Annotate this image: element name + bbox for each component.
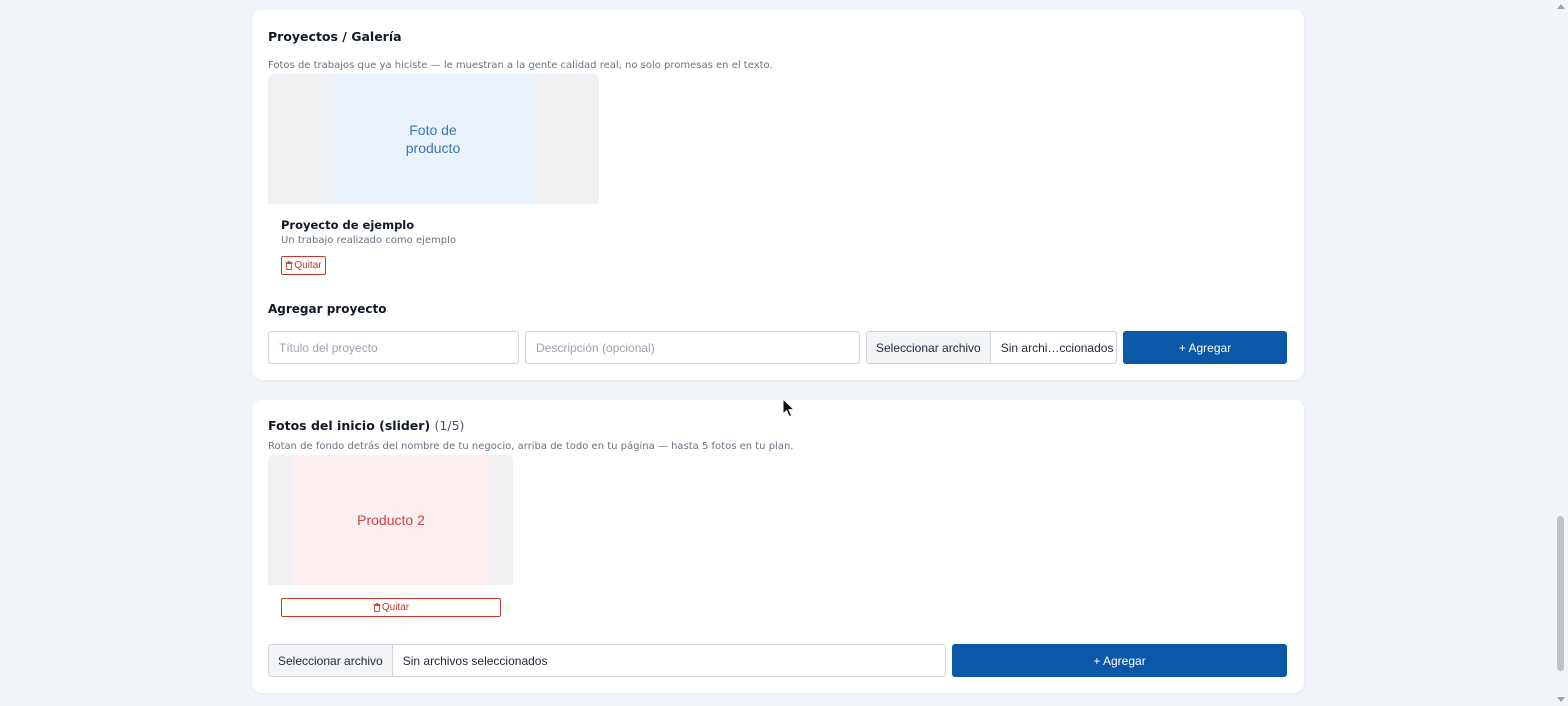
file-status: Sin archi…ccionados	[1000, 340, 1114, 355]
remove-slide-button[interactable]: Quitar	[281, 598, 501, 617]
project-photo-placeholder: Foto de producto	[333, 74, 533, 204]
add-project-title: Agregar proyecto	[268, 302, 387, 316]
slider-title-text: Fotos del inicio (slider)	[268, 418, 431, 433]
scroll-down-icon[interactable]	[1557, 697, 1565, 702]
remove-project-label: Quitar	[294, 260, 322, 271]
remove-slide-label: Quitar	[381, 602, 410, 613]
slider-title: Fotos del inicio (slider) (1/5)	[268, 418, 464, 433]
projects-description: Fotos de trabajos que ya hiciste — le mu…	[268, 60, 773, 71]
slider-description: Rotan de fondo detrás del nombre de tu n…	[268, 441, 794, 452]
select-file-button[interactable]: Seleccionar archivo	[269, 645, 393, 676]
page-scrollbar[interactable]	[1553, 0, 1568, 706]
scroll-up-icon[interactable]	[1557, 4, 1565, 9]
project-description: Un trabajo realizado como ejemplo	[281, 235, 457, 246]
file-status: Sin archivos seleccionados	[402, 653, 548, 668]
trash-icon	[285, 261, 293, 270]
trash-icon	[373, 603, 381, 612]
projects-card: Proyectos / Galería Fotos de trabajos qu…	[252, 10, 1304, 380]
select-file-button[interactable]: Seleccionar archivo	[867, 332, 991, 363]
scrollbar-thumb[interactable]	[1557, 516, 1564, 671]
projects-title: Proyectos / Galería	[268, 29, 402, 44]
slider-photo: Producto 2	[268, 455, 513, 585]
project-photo: Foto de producto	[268, 74, 599, 204]
project-title-input[interactable]	[268, 331, 519, 364]
slider-photo-placeholder: Producto 2	[293, 455, 489, 585]
project-description-input[interactable]	[525, 331, 860, 364]
project-file-input[interactable]: Seleccionar archivo Sin archi…ccionados	[866, 331, 1117, 364]
add-project-button[interactable]: + Agregar	[1123, 331, 1287, 364]
slider-file-input[interactable]: Seleccionar archivo Sin archivos selecci…	[268, 644, 946, 677]
mouse-cursor-icon	[782, 398, 796, 418]
slider-card: Fotos del inicio (slider) (1/5) Rotan de…	[252, 400, 1304, 693]
project-title: Proyecto de ejemplo	[281, 218, 415, 232]
slider-count: (1/5)	[434, 418, 465, 433]
add-slide-button[interactable]: + Agregar	[952, 644, 1287, 677]
remove-project-button[interactable]: Quitar	[281, 256, 326, 275]
